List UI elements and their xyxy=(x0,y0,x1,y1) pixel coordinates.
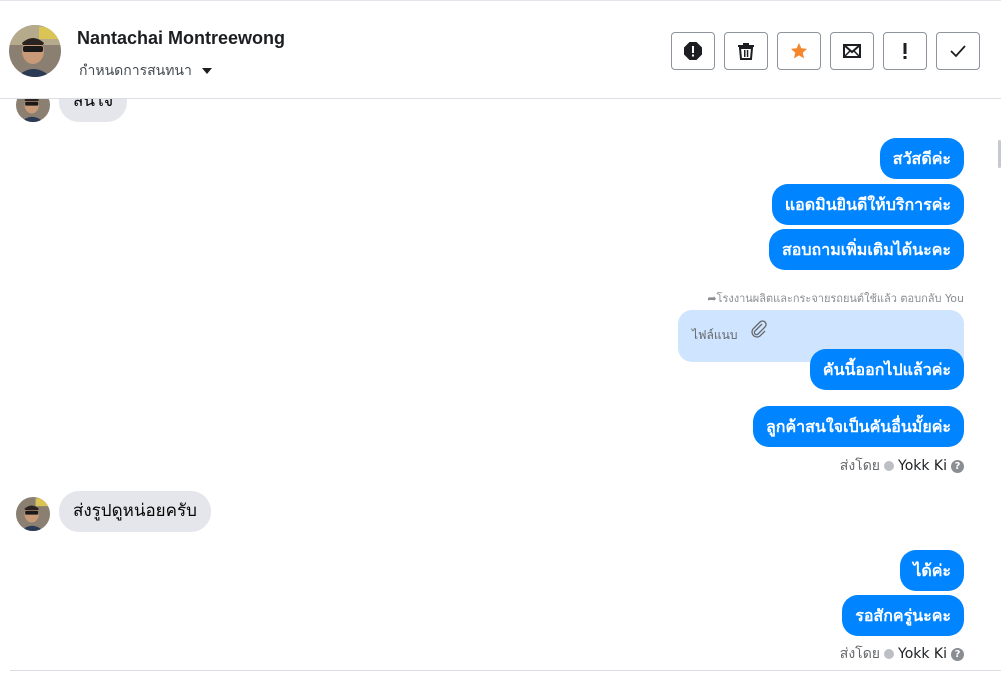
delete-button[interactable] xyxy=(724,32,768,70)
message-thread[interactable]: สนใจ สวัสดีค่ะ แอดมินยินดีให้บริการค่ะ ส… xyxy=(0,99,1001,673)
outgoing-message[interactable]: รอสักครู่นะคะ xyxy=(842,595,964,636)
outgoing-message[interactable]: ลูกค้าสนใจเป็นคันอื่นมั้ยค่ะ xyxy=(752,406,964,447)
conversation-actions xyxy=(671,32,980,70)
outgoing-message[interactable]: สอบถามเพิ่มเติมได้นะคะ xyxy=(769,229,964,270)
outgoing-message[interactable]: ได้ค่ะ xyxy=(900,550,964,591)
outgoing-message[interactable]: แอดมินยินดีให้บริการค่ะ xyxy=(771,184,964,225)
done-button[interactable] xyxy=(936,32,980,70)
contact-avatar-small[interactable] xyxy=(16,497,50,531)
star-button[interactable] xyxy=(777,32,821,70)
alert-circle-icon xyxy=(684,42,702,60)
attachment-label: ไฟล์แนบ xyxy=(692,328,738,342)
star-icon xyxy=(790,42,808,59)
contact-avatar-small[interactable] xyxy=(16,99,50,122)
check-icon xyxy=(950,45,966,58)
conversation-page: Nantachai Montreewong กำหนดการสนทนา สนใจ… xyxy=(0,0,1001,673)
verified-icon xyxy=(884,649,894,659)
contact-name[interactable]: Nantachai Montreewong xyxy=(77,28,285,49)
trash-icon xyxy=(738,43,754,60)
sent-by-name: Yokk Ki xyxy=(898,458,947,474)
conversation-settings-dropdown[interactable]: กำหนดการสนทนา xyxy=(79,60,212,82)
outgoing-message[interactable]: คันนี้ออกไปแล้วค่ะ xyxy=(809,349,964,390)
report-button[interactable] xyxy=(671,32,715,70)
outgoing-message[interactable]: สวัสดีค่ะ xyxy=(879,138,964,179)
help-icon[interactable]: ? xyxy=(951,647,964,661)
paperclip-icon xyxy=(751,320,767,338)
incoming-message[interactable]: สนใจ xyxy=(59,99,128,122)
conversation-header: Nantachai Montreewong กำหนดการสนทนา xyxy=(0,0,1001,99)
scrollbar[interactable] xyxy=(997,99,1001,673)
sent-by-label: ส่งโดย xyxy=(839,458,880,474)
sent-by-label: ส่งโดย xyxy=(839,646,880,662)
important-button[interactable] xyxy=(883,32,927,70)
help-icon[interactable]: ? xyxy=(951,459,964,473)
sent-by-info: ส่งโดย Yokk Ki ? xyxy=(840,455,964,477)
sent-by-name: Yokk Ki xyxy=(898,646,947,662)
sent-by-info: ส่งโดย Yokk Ki ? xyxy=(840,643,964,665)
conversation-settings-label: กำหนดการสนทนา xyxy=(79,63,192,79)
reply-arrow-icon: ➦ xyxy=(707,292,717,305)
exclamation-icon xyxy=(903,43,907,59)
mark-unread-button[interactable] xyxy=(830,32,874,70)
caret-down-icon xyxy=(201,68,212,74)
contact-avatar[interactable] xyxy=(9,25,61,77)
incoming-message[interactable]: ส่งรูปดูหน่อยครับ xyxy=(59,491,211,532)
verified-icon xyxy=(884,461,894,471)
composer-divider xyxy=(10,670,1001,671)
envelope-icon xyxy=(843,44,861,58)
reply-meta-text: โรงงานผลิตและกระจายรถยนต์ใช้แล้ว ตอบกลับ… xyxy=(716,292,964,305)
reply-indicator: ➦โรงงานผลิตและกระจายรถยนต์ใช้แล้ว ตอบกลั… xyxy=(707,289,964,307)
